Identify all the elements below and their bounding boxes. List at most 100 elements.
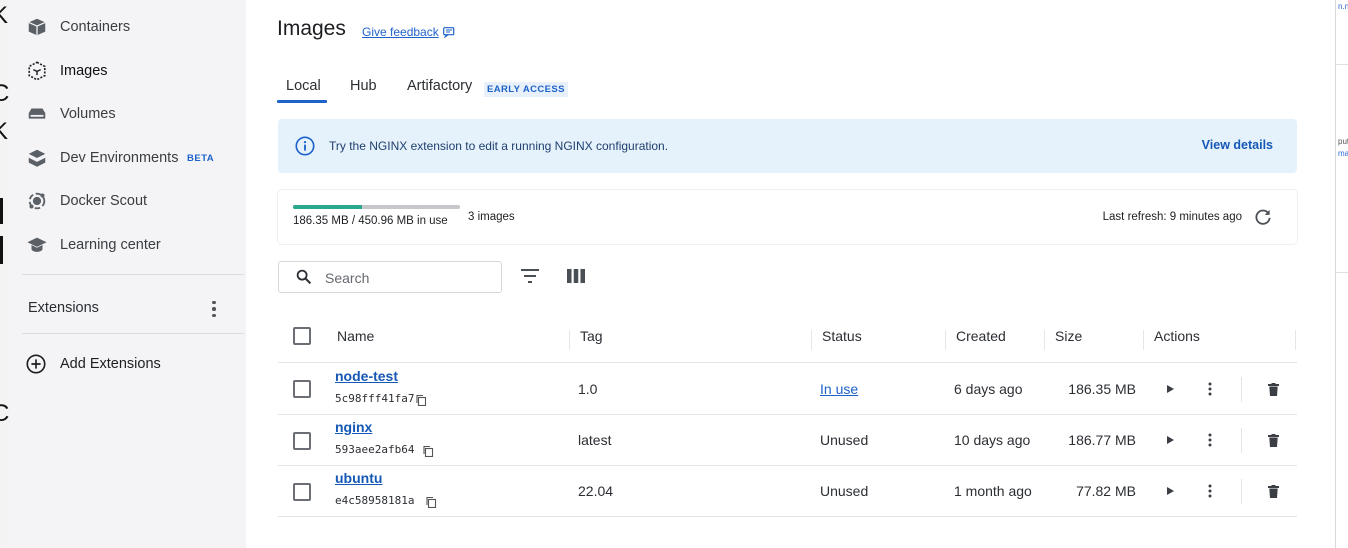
learning-center-icon <box>25 233 49 257</box>
tab-hub[interactable]: Hub <box>350 78 377 94</box>
image-status: Unused <box>820 432 869 448</box>
image-id: 593aee2afb64 <box>335 443 415 456</box>
give-feedback-link[interactable]: Give feedback <box>362 25 455 39</box>
table-header: Name Tag Status Created Size Actions <box>278 320 1297 363</box>
image-tag: latest <box>578 432 612 448</box>
play-icon <box>1167 487 1174 495</box>
sidebar-item-containers[interactable]: Containers <box>10 7 246 47</box>
last-refresh-text: Last refresh: 9 minutes ago <box>1102 211 1242 223</box>
extensions-title: Extensions <box>28 300 99 316</box>
play-icon <box>1167 385 1174 393</box>
background-window-right: n.n put ma <box>1335 0 1348 548</box>
trash-icon <box>1267 382 1279 396</box>
search-box <box>278 261 502 293</box>
containers-icon <box>25 15 49 39</box>
active-tab-indicator <box>277 100 327 103</box>
more-vert-icon <box>1208 433 1212 447</box>
image-size: 186.35 MB <box>1068 381 1136 397</box>
column-header-created[interactable]: Created <box>956 328 1006 344</box>
image-count: 3 images <box>468 211 515 223</box>
column-header-size[interactable]: Size <box>1055 328 1082 344</box>
extensions-menu-button[interactable] <box>206 298 222 320</box>
image-status: Unused <box>820 483 869 499</box>
column-header-actions: Actions <box>1154 328 1200 344</box>
image-name-link[interactable]: nginx <box>335 419 372 435</box>
sidebar-item-label: Volumes <box>60 106 116 122</box>
background-window-left: K - C K C <box>0 0 10 548</box>
more-vert-icon <box>1208 484 1212 498</box>
more-actions-button[interactable] <box>1199 378 1221 400</box>
image-tag: 1.0 <box>578 381 598 397</box>
dev-environments-icon <box>25 146 49 170</box>
trash-icon <box>1267 433 1279 447</box>
sidebar-divider <box>22 333 244 334</box>
image-status-link[interactable]: In use <box>820 381 858 397</box>
image-created: 1 month ago <box>954 483 1032 499</box>
search-input[interactable] <box>325 268 495 288</box>
row-checkbox[interactable] <box>293 483 311 501</box>
more-vert-icon <box>1208 382 1212 396</box>
sidebar: Containers Images Volumes Dev Environmen… <box>10 0 246 548</box>
image-tag: 22.04 <box>578 483 614 499</box>
image-created: 10 days ago <box>954 432 1031 448</box>
columns-icon[interactable] <box>564 264 588 288</box>
beta-badge: BETA <box>187 153 215 164</box>
image-id: 5c98fff41fa7 <box>335 392 415 405</box>
volumes-icon <box>25 102 49 126</box>
feedback-label: Give feedback <box>362 25 439 39</box>
column-header-name[interactable]: Name <box>337 328 374 344</box>
copy-icon[interactable] <box>425 496 437 508</box>
docker-scout-icon <box>25 189 49 213</box>
info-icon <box>295 136 315 156</box>
more-actions-button[interactable] <box>1199 480 1221 502</box>
sidebar-item-learning-center[interactable]: Learning center <box>10 225 246 265</box>
delete-button[interactable] <box>1262 378 1284 400</box>
feedback-icon <box>442 26 455 38</box>
column-header-tag[interactable]: Tag <box>580 328 603 344</box>
sidebar-item-dev-environments[interactable]: Dev Environments BETA <box>10 138 246 178</box>
image-name-link[interactable]: node-test <box>335 368 398 384</box>
table-row: nginx 593aee2afb64 latest Unused 10 days… <box>278 415 1297 466</box>
add-circle-icon <box>24 352 48 376</box>
image-id: e4c58958181a <box>335 494 415 507</box>
trash-icon <box>1267 484 1279 498</box>
run-button[interactable] <box>1159 429 1181 451</box>
add-extensions-button[interactable]: Add Extensions <box>10 344 246 384</box>
row-checkbox[interactable] <box>293 432 311 450</box>
search-icon <box>296 269 312 285</box>
sidebar-item-volumes[interactable]: Volumes <box>10 94 246 134</box>
tab-artifactory[interactable]: Artifactory <box>407 78 472 94</box>
early-access-badge: EARLY ACCESS <box>484 82 568 97</box>
sidebar-item-label: Containers <box>60 19 131 35</box>
sidebar-item-images[interactable]: Images <box>10 51 246 91</box>
more-actions-button[interactable] <box>1199 429 1221 451</box>
disk-usage-text: 186.35 MB / 450.96 MB in use <box>293 215 448 227</box>
column-header-status[interactable]: Status <box>822 328 862 344</box>
copy-icon[interactable] <box>422 445 434 457</box>
sidebar-item-label: Docker Scout <box>60 193 148 209</box>
select-all-checkbox[interactable] <box>293 327 311 345</box>
run-button[interactable] <box>1159 480 1181 502</box>
image-name-link[interactable]: ubuntu <box>335 470 382 486</box>
disk-usage-panel: 186.35 MB / 450.96 MB in use 3 images La… <box>278 190 1297 244</box>
sidebar-item-label: Dev Environments <box>60 150 179 166</box>
sidebar-item-docker-scout[interactable]: Docker Scout <box>10 181 246 221</box>
filter-icon[interactable] <box>518 264 542 288</box>
tab-local[interactable]: Local <box>286 78 321 94</box>
play-icon <box>1167 436 1174 444</box>
refresh-icon[interactable] <box>1253 207 1273 227</box>
delete-button[interactable] <box>1262 429 1284 451</box>
row-checkbox[interactable] <box>293 380 311 398</box>
run-button[interactable] <box>1159 378 1181 400</box>
sidebar-divider <box>22 274 244 275</box>
sidebar-item-label: Learning center <box>60 237 161 253</box>
view-details-link[interactable]: View details <box>1202 138 1273 152</box>
sidebar-item-label: Images <box>60 63 108 79</box>
main-content: Images Give feedback Local Hub Artifacto… <box>246 0 1335 548</box>
delete-button[interactable] <box>1262 480 1284 502</box>
disk-usage-fill <box>293 205 362 209</box>
image-size: 186.77 MB <box>1068 432 1136 448</box>
table-row: ubuntu e4c58958181a 22.04 Unused 1 month… <box>278 466 1297 517</box>
copy-icon[interactable] <box>415 394 427 406</box>
disk-usage-bar <box>293 205 460 209</box>
